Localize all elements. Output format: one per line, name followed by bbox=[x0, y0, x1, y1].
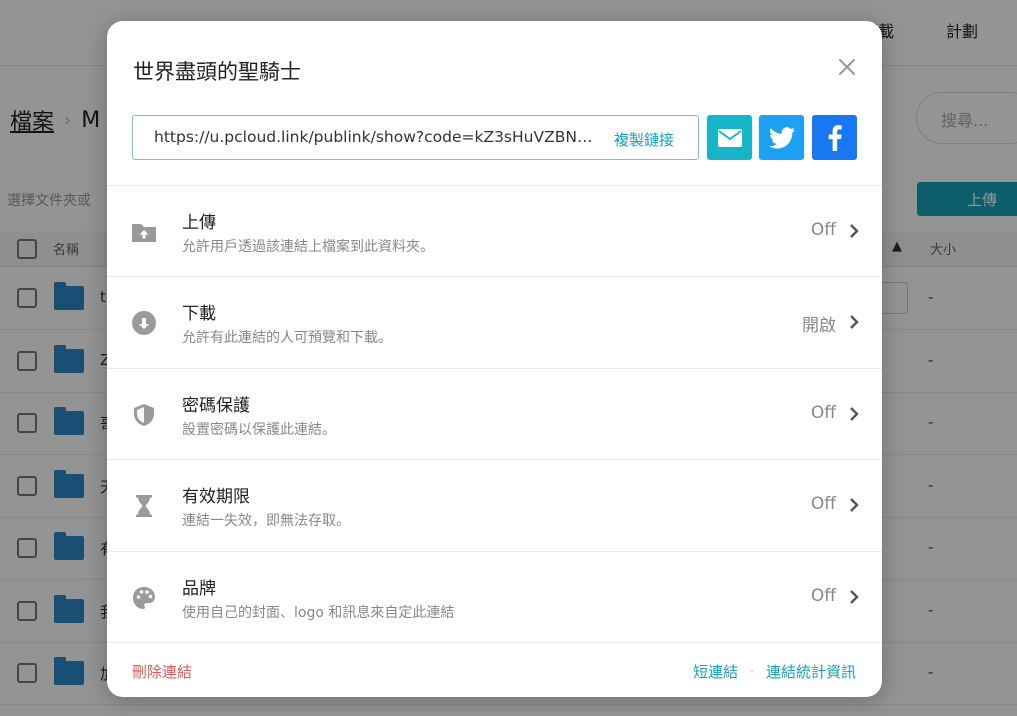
option-status: Off bbox=[810, 402, 836, 423]
email-share-button[interactable] bbox=[707, 115, 752, 160]
upload-folder-icon bbox=[132, 224, 156, 242]
chevron-right-icon bbox=[850, 315, 859, 330]
footer-links: 短連結 · 連結統計資訊 bbox=[693, 661, 856, 682]
shield-icon bbox=[134, 403, 154, 426]
chevron-right-icon bbox=[850, 224, 859, 238]
hourglass-icon bbox=[136, 495, 152, 518]
option-title: 有效期限 bbox=[182, 487, 250, 508]
option-title: 密碼保護 bbox=[182, 395, 250, 416]
footer-separator: · bbox=[750, 664, 754, 679]
option-description: 連結一失效，即無法存取。 bbox=[182, 513, 350, 530]
short-link-button[interactable]: 短連結 bbox=[693, 661, 738, 682]
link-settings-list: 上傳 允許用戶透過該連結上檔案到此資料夾。 Off 下載 允許有此連結的人可預覽… bbox=[107, 185, 882, 643]
option-status: Off bbox=[810, 585, 836, 606]
option-status: Off bbox=[810, 220, 836, 240]
option-status: 開啟 bbox=[802, 316, 836, 337]
copy-link-button[interactable]: 複製鏈接 bbox=[614, 129, 674, 150]
delete-link-button[interactable]: 刪除連結 bbox=[132, 661, 192, 682]
palette-icon bbox=[133, 586, 155, 609]
option-description: 設置密碼以保護此連結。 bbox=[182, 421, 336, 438]
option-description: 使用自己的封面、logo 和訊息來自定此連結 bbox=[182, 604, 455, 621]
option-expiration[interactable]: 有效期限 連結一失效，即無法存取。 Off bbox=[107, 460, 882, 552]
option-download[interactable]: 下載 允許有此連結的人可預覽和下載。 開啟 bbox=[107, 277, 882, 369]
facebook-share-button[interactable] bbox=[812, 115, 857, 160]
email-icon bbox=[717, 128, 742, 147]
chevron-right-icon bbox=[850, 498, 859, 513]
share-link-modal: 世界盡頭的聖騎士 https://u.pcloud.link/publink/s… bbox=[107, 21, 882, 697]
link-stats-button[interactable]: 連結統計資訊 bbox=[766, 661, 856, 682]
option-upload[interactable]: 上傳 允許用戶透過該連結上檔案到此資料夾。 Off bbox=[107, 186, 882, 278]
share-link-field[interactable]: https://u.pcloud.link/publink/show?code=… bbox=[132, 115, 699, 160]
option-status: Off bbox=[810, 494, 836, 515]
download-icon bbox=[132, 311, 156, 336]
option-title: 品牌 bbox=[182, 578, 216, 599]
option-title: 下載 bbox=[182, 304, 216, 325]
twitter-icon bbox=[768, 126, 795, 149]
option-branding[interactable]: 品牌 使用自己的封面、logo 和訊息來自定此連結 Off bbox=[107, 552, 882, 643]
facebook-icon bbox=[828, 124, 842, 151]
close-icon[interactable] bbox=[837, 57, 857, 77]
option-title: 上傳 bbox=[182, 213, 216, 233]
share-link-url[interactable]: https://u.pcloud.link/publink/show?code=… bbox=[154, 128, 599, 146]
option-password[interactable]: 密碼保護 設置密碼以保護此連結。 Off bbox=[107, 369, 882, 461]
modal-title: 世界盡頭的聖騎士 bbox=[133, 60, 301, 84]
chevron-right-icon bbox=[850, 406, 859, 421]
option-description: 允許用戶透過該連結上檔案到此資料夾。 bbox=[182, 239, 434, 255]
chevron-right-icon bbox=[850, 589, 859, 604]
option-description: 允許有此連結的人可預覽和下載。 bbox=[182, 330, 392, 347]
twitter-share-button[interactable] bbox=[759, 115, 804, 160]
